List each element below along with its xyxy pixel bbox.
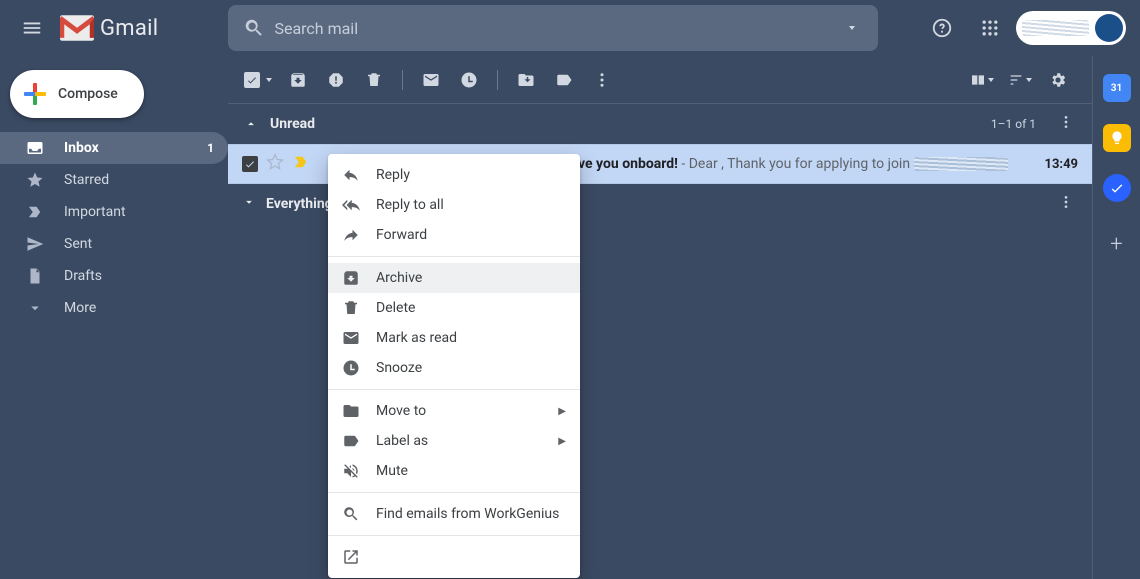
submenu-arrow-icon: ▶ <box>558 406 566 417</box>
section-title: Unread <box>270 116 315 132</box>
importance-marker[interactable] <box>292 153 310 175</box>
sidebar-item-sent[interactable]: Sent <box>0 228 228 260</box>
section-options-button[interactable] <box>1054 194 1078 214</box>
ctx-mute[interactable]: Mute <box>328 456 580 486</box>
sidebar-item-starred[interactable]: Starred <box>0 164 228 196</box>
search-bar[interactable] <box>228 5 878 51</box>
row-checkbox[interactable] <box>242 156 258 172</box>
sidebar-item-label: Inbox <box>64 140 99 156</box>
product-name: Gmail <box>100 16 158 41</box>
chevron-up-icon <box>242 117 260 131</box>
input-tools-button[interactable] <box>1002 72 1038 88</box>
ctx-label-as[interactable]: Label as ▶ <box>328 426 580 456</box>
tasks-addon[interactable] <box>1103 174 1131 202</box>
sidebar-item-important[interactable]: Important <box>0 196 228 228</box>
support-icon[interactable] <box>920 6 964 50</box>
settings-button[interactable] <box>1040 62 1076 98</box>
snooze-button[interactable] <box>451 62 487 98</box>
ctx-forward[interactable]: Forward <box>328 220 580 250</box>
select-all-control[interactable] <box>244 72 278 88</box>
keep-addon[interactable] <box>1103 124 1131 152</box>
ctx-move-to[interactable]: Move to ▶ <box>328 396 580 426</box>
email-subject: ve you onboard! - Dear , Thank you for a… <box>578 156 1037 172</box>
side-addons-panel: 31 + <box>1092 56 1140 579</box>
select-all-checkbox[interactable] <box>244 72 260 88</box>
google-apps-icon[interactable] <box>968 6 1012 50</box>
context-menu[interactable]: Reply Reply to all Forward Archive Delet… <box>328 154 580 578</box>
ctx-find-from[interactable]: Find emails from WorkGenius <box>328 499 580 529</box>
email-time: 13:49 <box>1045 157 1079 172</box>
ctx-snooze[interactable]: Snooze <box>328 353 580 383</box>
inbox-count: 1 <box>207 141 214 155</box>
submenu-arrow-icon: ▶ <box>558 436 566 447</box>
split-pane-button[interactable] <box>964 72 1000 88</box>
sidebar-item-label: Important <box>64 204 126 220</box>
get-addons-button[interactable]: + <box>1110 232 1122 257</box>
calendar-addon[interactable]: 31 <box>1103 74 1131 102</box>
sidebar-item-drafts[interactable]: Drafts <box>0 260 228 292</box>
sidebar-item-inbox[interactable]: Inbox 1 <box>0 132 228 164</box>
more-actions-button[interactable] <box>584 62 620 98</box>
section-unread[interactable]: Unread 1–1 of 1 <box>228 104 1092 144</box>
ctx-reply-all[interactable]: Reply to all <box>328 190 580 220</box>
labels-button[interactable] <box>546 62 582 98</box>
plus-icon <box>24 83 46 105</box>
ctx-archive[interactable]: Archive <box>328 263 580 293</box>
gmail-logo[interactable]: Gmail <box>60 15 158 41</box>
report-spam-button[interactable] <box>318 62 354 98</box>
compose-button[interactable]: Compose <box>10 70 144 118</box>
search-icon[interactable] <box>234 17 274 39</box>
delete-button[interactable] <box>356 62 392 98</box>
mark-read-button[interactable] <box>413 62 449 98</box>
sidebar-item-label: Starred <box>64 172 109 188</box>
archive-button[interactable] <box>280 62 316 98</box>
search-input[interactable] <box>274 19 832 38</box>
compose-label: Compose <box>58 86 118 102</box>
sidebar-item-label: More <box>64 300 96 316</box>
section-count: 1–1 of 1 <box>991 117 1044 131</box>
move-to-button[interactable] <box>508 62 544 98</box>
chevron-down-icon <box>242 195 256 213</box>
action-toolbar <box>228 56 1092 104</box>
avatar <box>1095 14 1123 42</box>
app-header: Gmail <box>0 0 1140 56</box>
ctx-reply[interactable]: Reply <box>328 160 580 190</box>
main-menu-button[interactable] <box>8 4 56 52</box>
account-chip[interactable] <box>1016 11 1126 45</box>
account-name-redacted <box>1022 20 1089 36</box>
section-options-button[interactable] <box>1054 114 1078 134</box>
ctx-open-new-window[interactable] <box>328 542 580 572</box>
redacted-text <box>914 157 1008 171</box>
sidebar-item-label: Drafts <box>64 268 102 284</box>
ctx-delete[interactable]: Delete <box>328 293 580 323</box>
chevron-down-icon[interactable] <box>266 78 272 82</box>
star-toggle[interactable] <box>266 153 284 175</box>
sidebar: Compose Inbox 1 Starred Important Sent D… <box>0 56 228 579</box>
ctx-mark-read[interactable]: Mark as read <box>328 323 580 353</box>
sidebar-item-more[interactable]: More <box>0 292 228 324</box>
search-options-dropdown[interactable] <box>832 26 872 30</box>
sidebar-item-label: Sent <box>64 236 92 252</box>
